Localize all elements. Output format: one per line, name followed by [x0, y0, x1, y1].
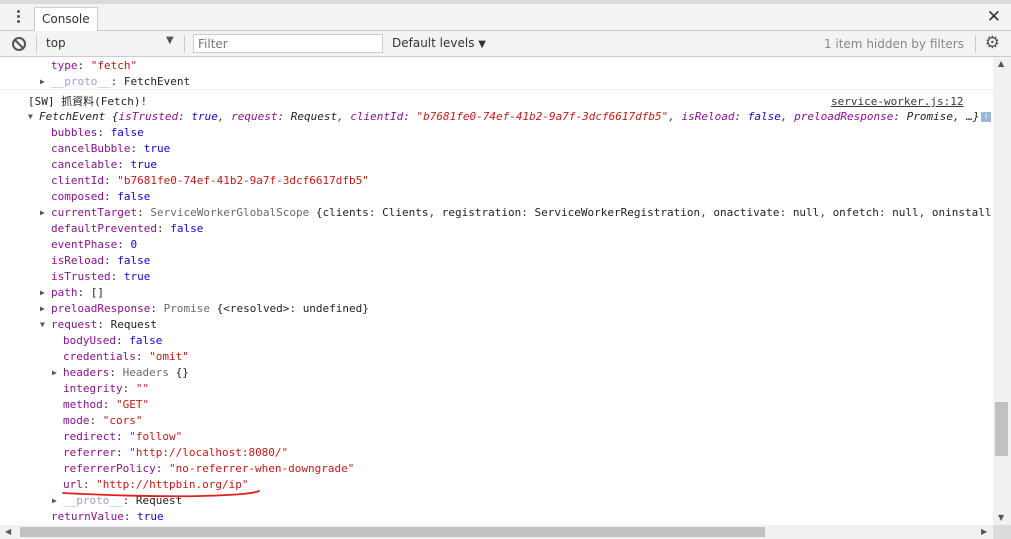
request-property: integrity: "": [63, 382, 150, 395]
fetch-event-summary[interactable]: ▼ FetchEvent {isTrusted: true, request: R…: [0, 109, 993, 125]
object-property: returnValue: true: [51, 510, 164, 523]
devtools-tabbar: Console ✕: [0, 4, 1011, 31]
console-output: type: "fetch" ▶ __proto__: FetchEvent [SW…: [0, 57, 993, 525]
object-property[interactable]: ▶ preloadResponse: Promise {<resolved>: u…: [0, 301, 993, 317]
object-property: cancelable: true: [51, 158, 157, 171]
clear-console-icon[interactable]: [12, 37, 26, 51]
collapse-arrow-icon[interactable]: ▼: [28, 109, 33, 125]
horizontal-scrollbar[interactable]: ◀ ▶: [0, 525, 993, 539]
toolbar-divider: [975, 35, 976, 53]
background-window-title: ...: [44, 0, 54, 3]
vertical-scrollbar[interactable]: ▲ ▼: [993, 57, 1011, 525]
request-property[interactable]: ▶ headers: Headers {}: [0, 365, 993, 381]
message-divider: [0, 89, 993, 90]
expand-arrow-icon[interactable]: ▶: [40, 301, 45, 317]
vertical-scroll-thumb[interactable]: [995, 402, 1008, 456]
expand-arrow-icon[interactable]: ▶: [40, 205, 45, 221]
scroll-right-icon[interactable]: ▶: [981, 527, 987, 536]
log-levels-dropdown[interactable]: Default levels ▼: [392, 36, 486, 50]
log-message-text: [SW] 抓資料(Fetch)!: [28, 95, 148, 108]
red-underline-annotation: [62, 490, 260, 498]
request-property: referrer: "http://localhost:8080/": [63, 446, 289, 459]
collapse-arrow-icon[interactable]: ▼: [40, 317, 45, 333]
scroll-up-icon[interactable]: ▲: [998, 59, 1004, 68]
object-property: defaultPrevented: false: [51, 222, 204, 235]
object-property: bubbles: false: [51, 126, 144, 139]
expand-arrow-icon[interactable]: ▶: [40, 285, 45, 301]
gear-icon[interactable]: ⚙: [985, 34, 1000, 52]
object-property: clientId: "b7681fe0-74ef-41b2-9a7f-3dcf6…: [51, 174, 369, 187]
request-property: method: "GET": [63, 398, 150, 411]
object-property: composed: false: [51, 190, 151, 203]
console-toolbar: top ▼ Default levels ▼ 1 item hidden by …: [0, 31, 1011, 57]
filter-input[interactable]: [193, 34, 383, 53]
object-property: type: "fetch": [51, 59, 138, 72]
request-property: mode: "cors": [63, 414, 143, 427]
log-levels-label: Default levels: [392, 36, 475, 50]
expand-arrow-icon[interactable]: ▶: [52, 493, 57, 509]
object-property[interactable]: ▶ path: []: [0, 285, 993, 301]
request-property: referrerPolicy: "no-referrer-when-downgr…: [63, 462, 355, 475]
more-options-icon[interactable]: [12, 9, 26, 25]
close-icon[interactable]: ✕: [987, 7, 1001, 27]
object-property[interactable]: ▶ __proto__: FetchEvent: [0, 74, 993, 90]
object-property: isReload: false: [51, 254, 151, 267]
expand-arrow-icon[interactable]: ▶: [40, 74, 45, 90]
expand-arrow-icon[interactable]: ▶: [52, 365, 57, 381]
object-property: cancelBubble: true: [51, 142, 171, 155]
scroll-down-icon[interactable]: ▼: [998, 513, 1004, 522]
request-property: credentials: "omit": [63, 350, 189, 363]
object-property[interactable]: ▼ request: Request: [0, 317, 993, 333]
chevron-down-icon[interactable]: ▼: [166, 35, 174, 46]
horizontal-scroll-thumb[interactable]: [20, 527, 765, 537]
context-selector[interactable]: top: [46, 36, 66, 50]
object-property: isTrusted: true: [51, 270, 151, 283]
scrollbar-corner: [993, 525, 1011, 539]
log-message: [SW] 抓資料(Fetch)! service-worker.js:12: [0, 94, 993, 110]
info-icon[interactable]: i: [981, 112, 991, 122]
object-property: eventPhase: 0: [51, 238, 138, 251]
toolbar-divider: [184, 35, 185, 53]
toolbar-divider: [36, 35, 37, 53]
request-property: bodyUsed: false: [63, 334, 163, 347]
request-property: redirect: "follow": [63, 430, 183, 443]
object-property[interactable]: ▶ currentTarget: ServiceWorkerGlobalScope…: [0, 205, 993, 221]
chevron-down-icon: ▼: [478, 39, 486, 50]
tab-console[interactable]: Console: [34, 7, 98, 31]
scroll-left-icon[interactable]: ◀: [5, 527, 11, 536]
hidden-items-info: 1 item hidden by filters: [823, 37, 964, 51]
source-link[interactable]: service-worker.js:12: [831, 94, 963, 110]
